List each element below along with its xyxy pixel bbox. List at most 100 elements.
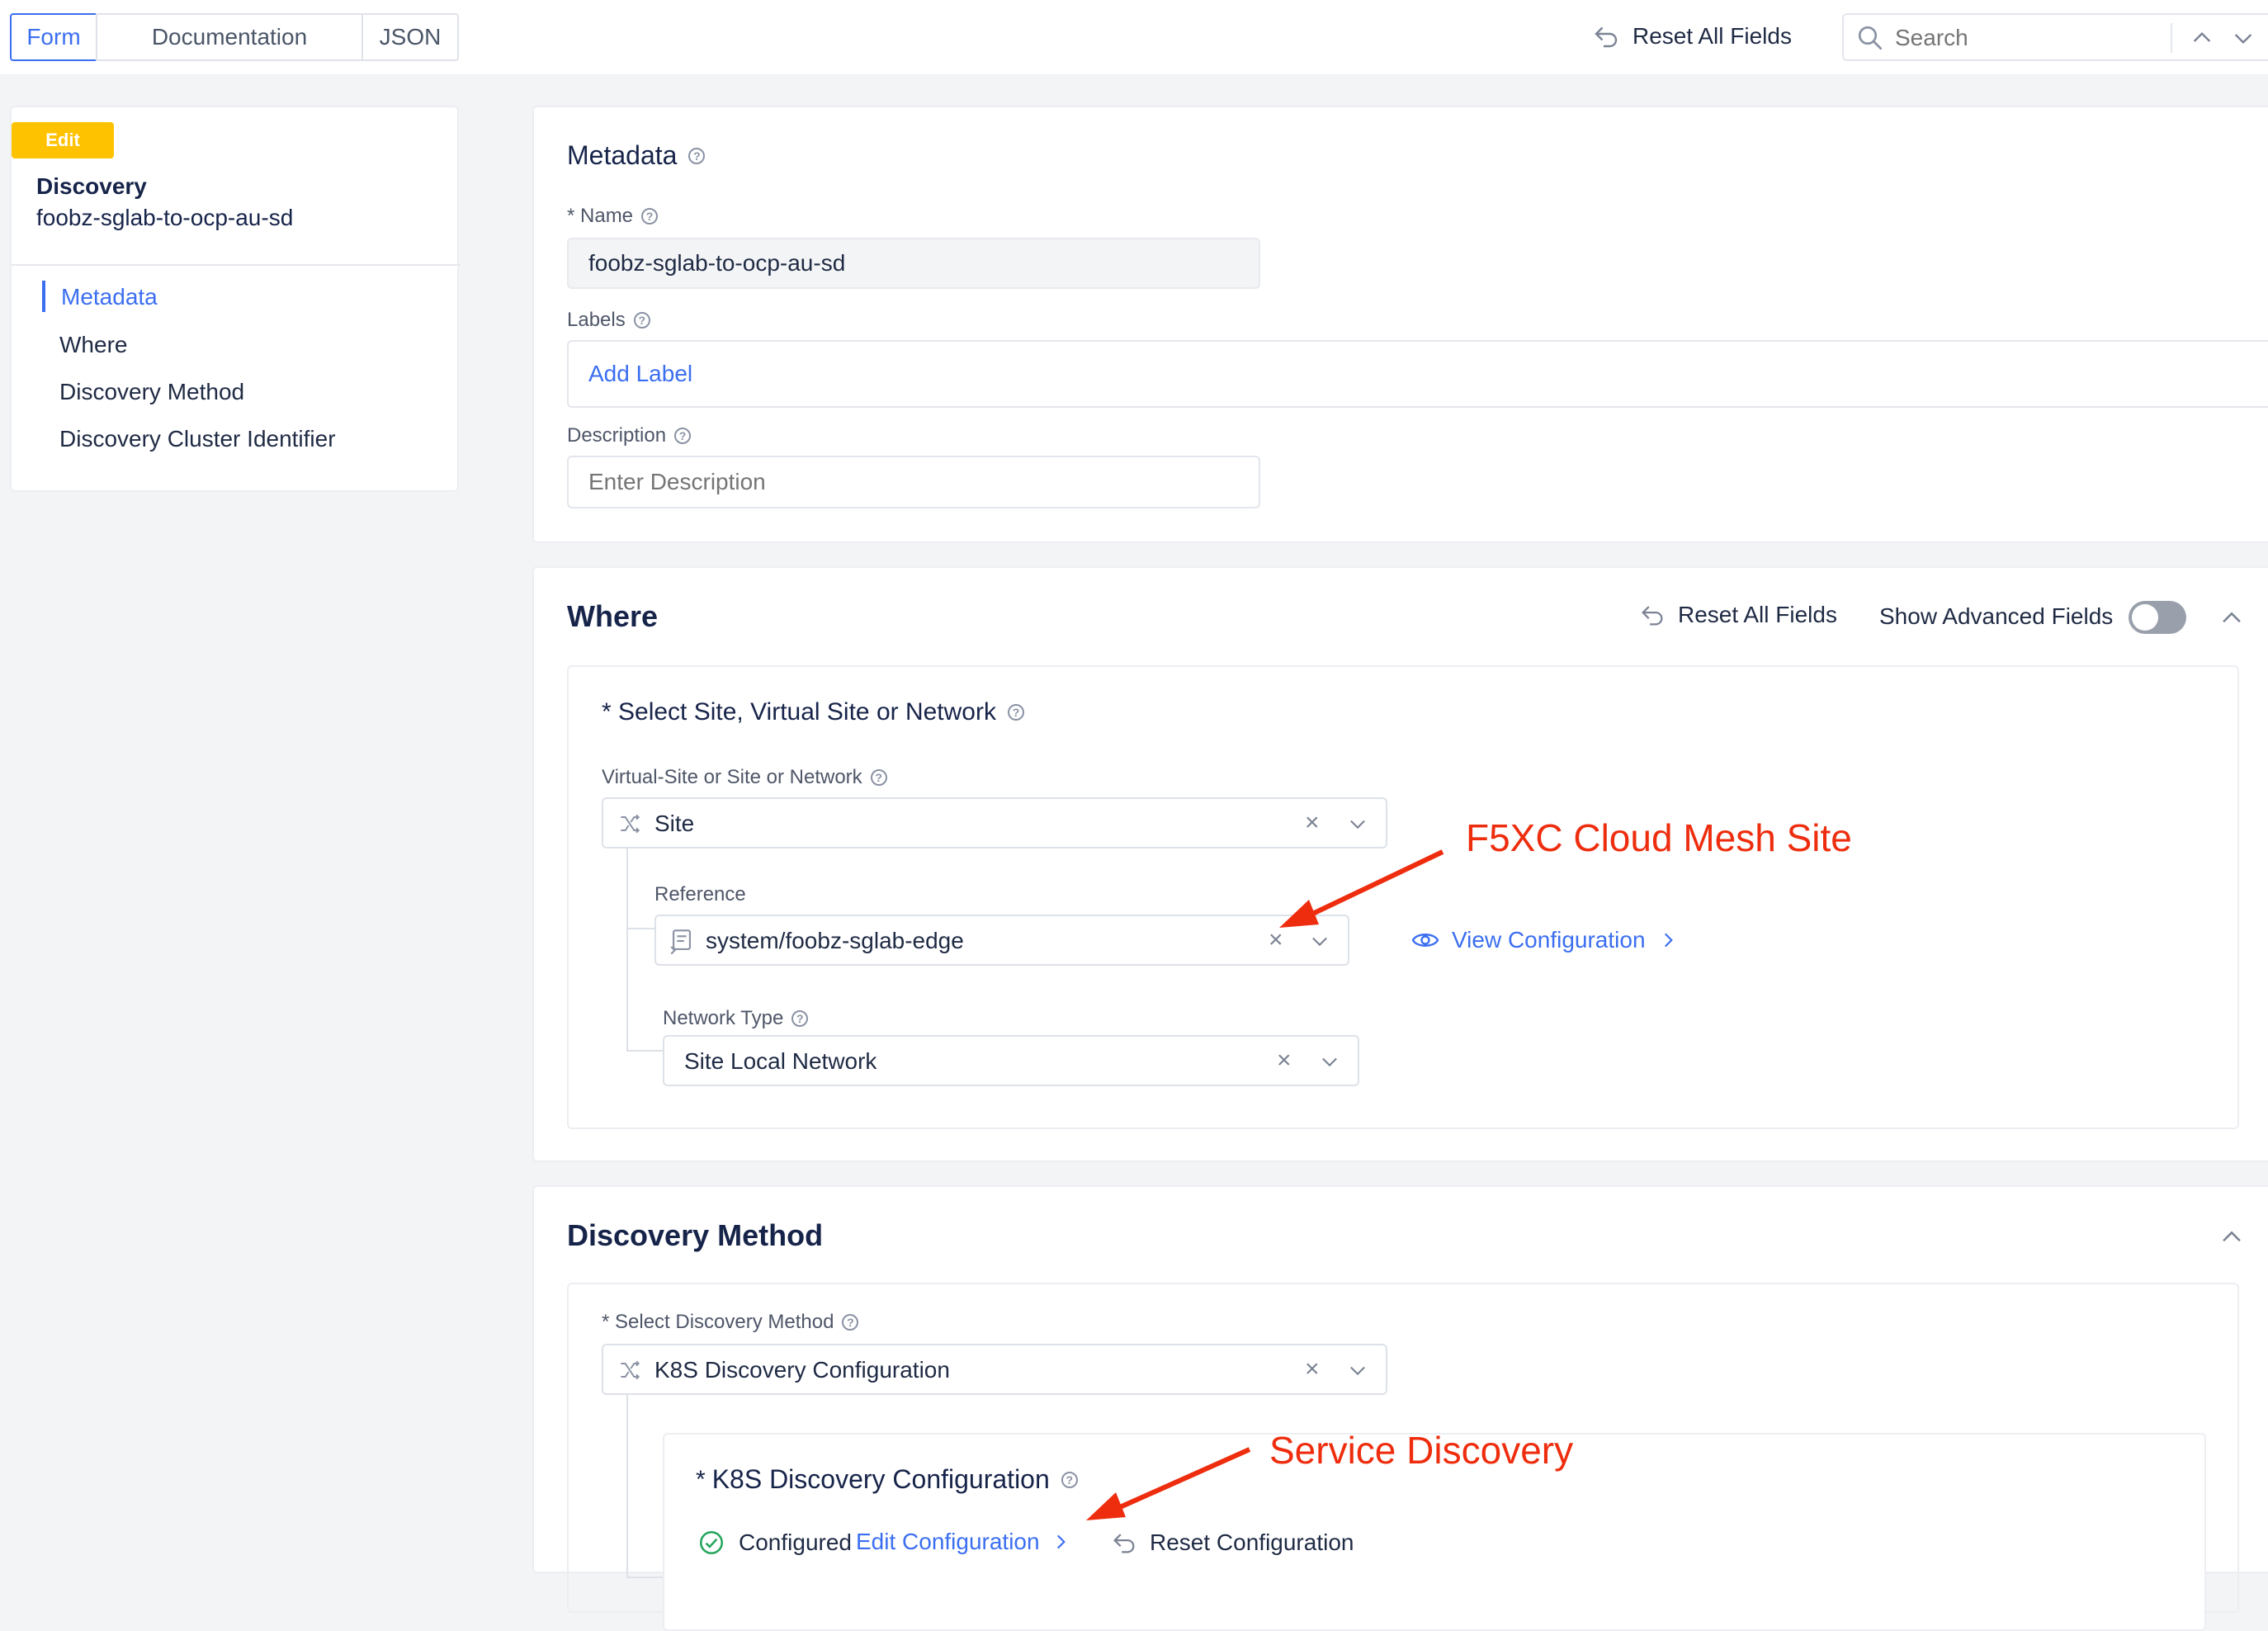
choice-icon	[621, 1360, 640, 1380]
check-circle-icon	[699, 1530, 724, 1555]
sidebar-divider	[12, 264, 461, 266]
help-icon[interactable]: ?	[1007, 704, 1024, 721]
labels-label-text: Labels	[567, 309, 626, 331]
show-advanced-toggle[interactable]	[2129, 601, 2186, 634]
k8s-config-header: * K8S Discovery Configuration ?	[696, 1464, 1078, 1495]
discovery-method-panel: Discovery Method * Select Discovery Meth…	[532, 1185, 2268, 1631]
edit-configuration-link[interactable]: Edit Configuration	[856, 1529, 1071, 1555]
reset-all-fields-button[interactable]: Reset All Fields	[1591, 21, 1792, 51]
metadata-panel: Metadata ? * Name ? foobz-sglab-to-ocp-a…	[532, 106, 2268, 543]
sidebar-item-discovery-cluster-identifier[interactable]: Discovery Cluster Identifier	[59, 426, 336, 452]
search-input[interactable]	[1893, 21, 2185, 54]
tree-connector	[626, 1395, 628, 1578]
annotation-arrow-service	[1086, 1447, 1251, 1520]
reference-label-text: Reference	[654, 883, 746, 905]
reference-value: system/foobz-sglab-edge	[706, 928, 964, 953]
help-icon[interactable]: ?	[791, 1010, 809, 1027]
metadata-title: Metadata	[567, 140, 678, 170]
sidebar-item-metadata[interactable]: Metadata	[61, 284, 158, 310]
help-icon[interactable]: ?	[641, 208, 659, 225]
annotation-arrow-site	[1279, 849, 1444, 928]
vsite-label: Virtual-Site or Site or Network ?	[602, 766, 887, 789]
method-label-text: * Select Discovery Method	[602, 1311, 834, 1333]
config-status: Configured	[697, 1529, 852, 1557]
show-advanced-label: Show Advanced Fields	[1879, 603, 2114, 629]
chevron-down-icon[interactable]	[1308, 929, 1331, 953]
help-icon[interactable]: ?	[674, 428, 692, 444]
view-tabs: Form Documentation JSON	[10, 13, 459, 61]
toggle-knob	[2132, 604, 2158, 631]
reset-all-fields-label: Reset All Fields	[1632, 23, 1792, 49]
name-value: foobz-sglab-to-ocp-au-sd	[588, 250, 846, 276]
network-type-select[interactable]: Site Local Network ×	[663, 1035, 1359, 1086]
name-label: * Name ?	[567, 205, 659, 228]
site-group-title: * Select Site, Virtual Site or Network	[602, 698, 996, 726]
annotation-service-discovery: Service Discovery	[1269, 1429, 1574, 1472]
tree-connector-branch	[626, 1050, 663, 1052]
sidebar-item-where[interactable]: Where	[59, 332, 127, 358]
clear-icon[interactable]: ×	[1277, 1047, 1292, 1075]
undo-icon	[1595, 26, 1618, 48]
help-icon[interactable]: ?	[633, 312, 650, 329]
labels-label: Labels ?	[567, 309, 650, 332]
reset-configuration-button[interactable]: Reset Configuration	[1110, 1529, 1354, 1557]
choice-icon	[621, 814, 640, 834]
sidebar-item-discovery-method[interactable]: Discovery Method	[59, 379, 244, 405]
description-input[interactable]	[567, 456, 1260, 508]
top-bar: Form Documentation JSON Reset All Fields	[0, 0, 2268, 74]
help-icon[interactable]: ?	[1061, 1471, 1078, 1488]
collapse-icon[interactable]	[2218, 604, 2246, 632]
vsite-label-text: Virtual-Site or Site or Network	[602, 766, 862, 788]
search-icon	[1858, 26, 1883, 50]
reference-select[interactable]: system/foobz-sglab-edge ×	[654, 915, 1349, 966]
network-type-label: Network Type ?	[663, 1007, 809, 1030]
chevron-right-icon	[1664, 933, 1673, 948]
tree-connector-branch	[626, 928, 654, 929]
where-title: Where	[567, 599, 659, 633]
tab-documentation[interactable]: Documentation	[96, 13, 363, 61]
chevron-up-icon[interactable]	[2189, 25, 2215, 51]
vsite-value: Site	[654, 811, 695, 836]
edit-configuration-label: Edit Configuration	[856, 1529, 1040, 1554]
site-group-header: * Select Site, Virtual Site or Network ?	[602, 698, 1024, 726]
description-label-text: Description	[567, 424, 667, 447]
search-divider	[2171, 23, 2172, 53]
chevron-down-icon[interactable]	[1346, 1359, 1369, 1382]
chevron-down-icon[interactable]	[1346, 812, 1369, 835]
name-field[interactable]: foobz-sglab-to-ocp-au-sd	[567, 238, 1260, 289]
discovery-method-value: K8S Discovery Configuration	[654, 1357, 950, 1383]
k8s-asterisk: *	[696, 1465, 706, 1493]
tab-json[interactable]: JSON	[361, 13, 459, 61]
method-label: * Select Discovery Method ?	[602, 1311, 859, 1334]
chevron-down-icon[interactable]	[1318, 1050, 1341, 1073]
add-label-link[interactable]: Add Label	[588, 361, 692, 387]
sidebar-title: Discovery	[36, 173, 147, 199]
reference-object-icon	[670, 929, 691, 955]
discovery-method-select[interactable]: K8S Discovery Configuration ×	[602, 1344, 1387, 1395]
undo-icon	[1642, 606, 1663, 626]
discovery-method-title: Discovery Method	[567, 1218, 824, 1252]
where-reset-all-button[interactable]: Reset All Fields	[1638, 601, 1837, 629]
clear-icon[interactable]: ×	[1305, 809, 1320, 837]
edit-badge: Edit	[12, 122, 114, 158]
description-label: Description ?	[567, 424, 692, 447]
network-type-value: Site Local Network	[684, 1048, 877, 1074]
tab-form[interactable]: Form	[10, 13, 97, 61]
configured-status: Configured	[739, 1529, 852, 1555]
reference-label: Reference	[654, 883, 746, 906]
network-type-label-text: Network Type	[663, 1007, 784, 1029]
sidebar-subtitle: foobz-sglab-to-ocp-au-sd	[36, 205, 294, 230]
name-label-text: * Name	[567, 205, 634, 227]
chevron-down-icon[interactable]	[2230, 25, 2256, 51]
help-icon[interactable]: ?	[842, 1314, 859, 1331]
vsite-select[interactable]: Site ×	[602, 797, 1387, 849]
help-icon[interactable]: ?	[688, 147, 706, 164]
chevron-right-icon	[1056, 1534, 1065, 1549]
where-reset-all-label: Reset All Fields	[1678, 602, 1837, 627]
help-icon[interactable]: ?	[870, 769, 887, 786]
labels-field: Add Label	[567, 340, 2268, 408]
collapse-icon[interactable]	[2218, 1223, 2246, 1251]
clear-icon[interactable]: ×	[1305, 1355, 1320, 1383]
tree-connector-branch	[626, 1577, 663, 1578]
view-configuration-label: View Configuration	[1452, 927, 1646, 953]
